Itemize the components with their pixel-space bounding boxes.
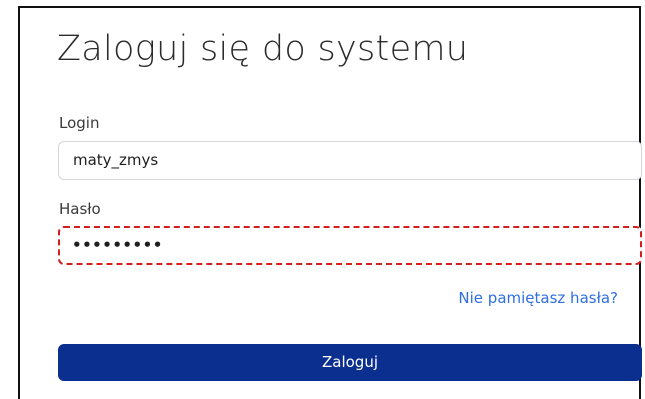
- login-panel: Zaloguj się do systemu Login maty_zmys H…: [18, 6, 642, 399]
- password-input[interactable]: •••••••••: [58, 226, 642, 265]
- login-button[interactable]: Zaloguj: [58, 344, 642, 381]
- password-label: Hasło: [59, 200, 101, 218]
- forgot-password-link[interactable]: Nie pamiętasz hasła?: [458, 289, 618, 307]
- page-title: Zaloguj się do systemu: [57, 29, 469, 69]
- login-label: Login: [59, 114, 100, 132]
- login-input[interactable]: maty_zmys: [58, 141, 642, 180]
